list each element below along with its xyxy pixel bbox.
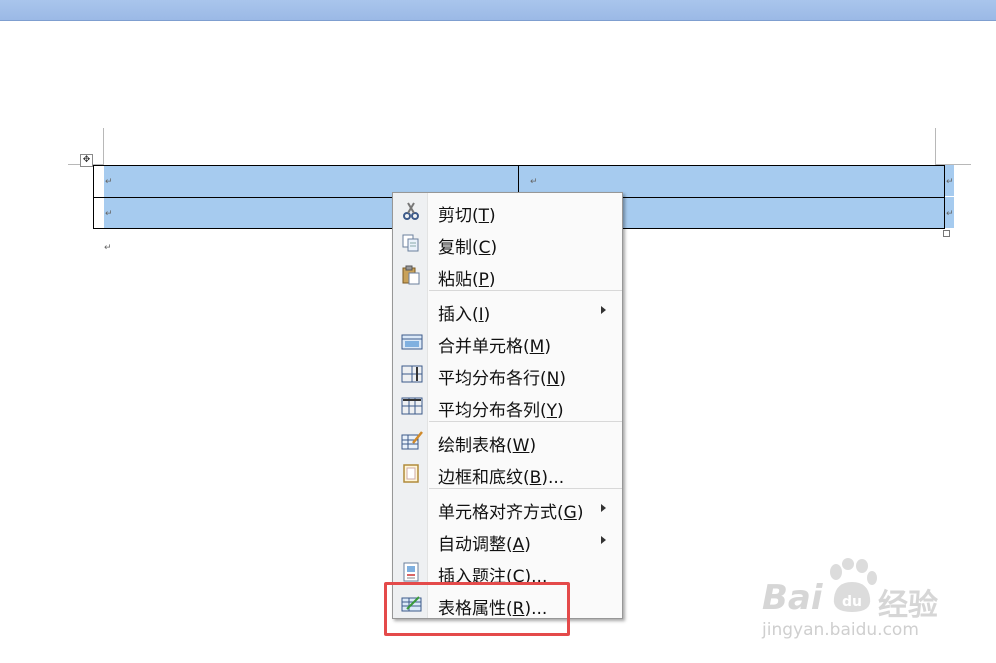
menu-item-label: 平均分布各列(Y) (438, 401, 564, 421)
context-menu: 剪切(T) 复制(C) 粘贴(P) 插入(I) 合并单元格(M) 平均分布各行(… (392, 192, 623, 619)
insert-caption-icon (401, 562, 421, 582)
menu-item-label: 粘贴(P) (438, 270, 496, 290)
cell-end-mark: ↵ (530, 177, 538, 187)
menu-item-distribute-rows[interactable]: 平均分布各行(N) (394, 359, 622, 389)
scissors-icon (401, 201, 421, 221)
menu-item-cell-alignment[interactable]: 单元格对齐方式(G) (394, 493, 622, 523)
copy-icon (401, 233, 421, 253)
margin-guide-right-vertical (935, 128, 936, 165)
paste-icon (401, 265, 421, 285)
window-title-bar (0, 0, 996, 21)
menu-item-borders-shading[interactable]: 边框和底纹(B)... (394, 458, 622, 488)
menu-item-label: 复制(C) (438, 238, 498, 258)
watermark-brand: Bai (762, 578, 823, 618)
paw-logo-icon: du (826, 558, 878, 620)
borders-shading-icon (401, 463, 421, 483)
svg-text:du: du (842, 594, 862, 610)
menu-item-label: 单元格对齐方式(G) (438, 503, 584, 523)
draw-table-icon (401, 431, 423, 451)
menu-separator (429, 421, 622, 422)
row-end-mark: ↵ (946, 177, 954, 187)
menu-item-label: 合并单元格(M) (438, 337, 551, 357)
submenu-arrow-icon (601, 504, 606, 512)
menu-item-label: 边框和底纹(B)... (438, 468, 565, 488)
menu-item-label: 剪切(T) (438, 206, 496, 226)
table-resize-handle[interactable] (943, 230, 950, 237)
menu-separator (429, 488, 622, 489)
submenu-arrow-icon (601, 536, 606, 544)
menu-item-autofit[interactable]: 自动调整(A) (394, 525, 622, 555)
annotation-highlight-box (384, 582, 570, 636)
menu-item-label: 插入(I) (438, 305, 491, 325)
menu-item-draw-table[interactable]: 绘制表格(W) (394, 426, 622, 456)
menu-item-distribute-columns[interactable]: 平均分布各列(Y) (394, 391, 622, 421)
merge-cells-icon (401, 332, 423, 352)
menu-separator (429, 290, 622, 291)
paragraph-mark: ↵ (104, 243, 112, 253)
distribute-columns-icon (401, 396, 423, 416)
menu-item-label: 平均分布各行(N) (438, 369, 566, 389)
menu-item-copy[interactable]: 复制(C) (394, 228, 622, 258)
cell-end-mark: ↵ (105, 209, 113, 219)
watermark-url: jingyan.baidu.com (762, 620, 919, 640)
table-move-handle[interactable]: ✥ (80, 154, 93, 167)
margin-guide-left-vertical (103, 128, 104, 165)
row-end-mark: ↵ (946, 209, 954, 219)
watermark-brand-cn: 经验 (878, 588, 938, 623)
menu-item-label: 自动调整(A) (438, 535, 531, 555)
menu-item-insert[interactable]: 插入(I) (394, 295, 622, 325)
cell-end-mark: ↵ (105, 177, 113, 187)
menu-item-cut[interactable]: 剪切(T) (394, 196, 622, 226)
submenu-arrow-icon (601, 306, 606, 314)
menu-item-paste[interactable]: 粘贴(P) (394, 260, 622, 290)
menu-item-label: 绘制表格(W) (438, 436, 537, 456)
menu-item-merge-cells[interactable]: 合并单元格(M) (394, 327, 622, 357)
distribute-rows-icon (401, 364, 423, 384)
